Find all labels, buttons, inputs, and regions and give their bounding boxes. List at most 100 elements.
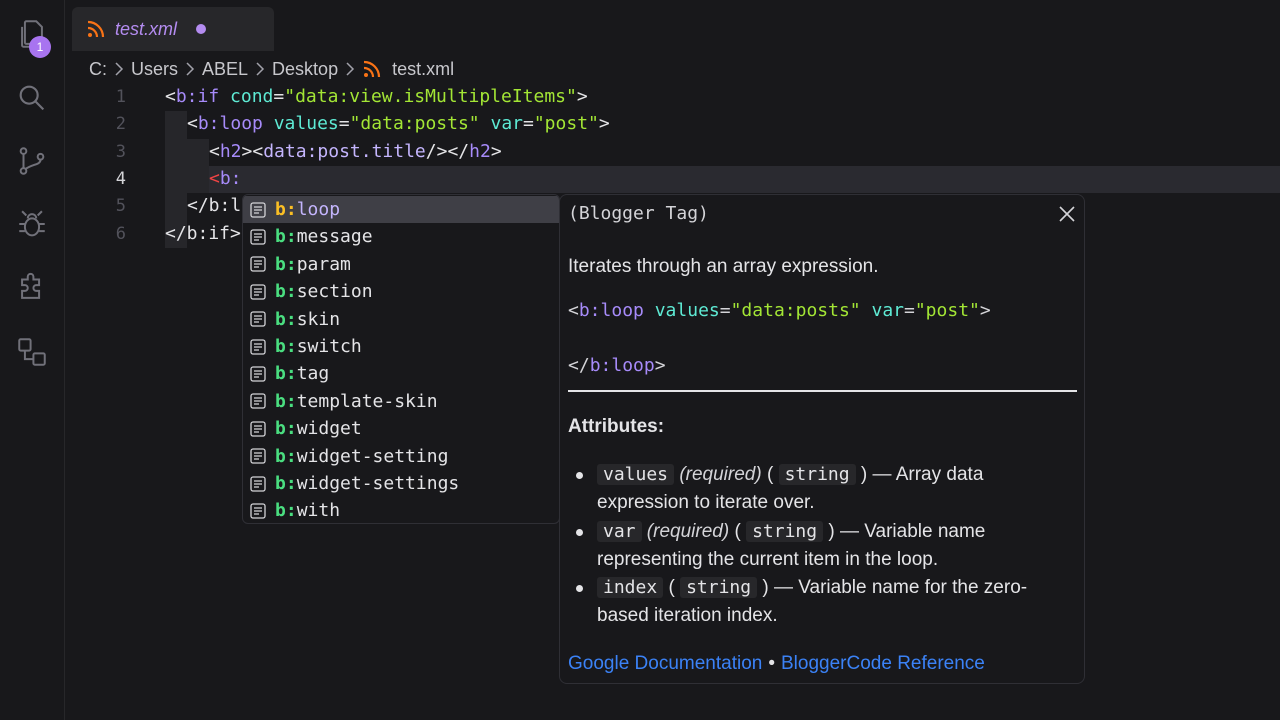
attribute-item: index ( string ) — Variable name for the… [568,574,1058,632]
remote-explorer-icon[interactable] [12,332,52,372]
suggestion-prefix: b: [275,253,297,275]
suggestion-prefix: b: [275,390,297,412]
suggestion-prefix: b: [275,363,297,385]
example-code-line: <b:loop values="data:posts" var="post"> [568,300,991,321]
suggestion-item[interactable]: b: with [243,497,559,523]
debug-icon[interactable] [12,204,52,244]
line-number: 4 [115,169,126,189]
example-code-line: </b:loop> [568,355,666,376]
google-documentation-link[interactable]: Google Documentation [568,653,762,674]
suggestion-item[interactable]: b: template-skin [243,388,559,415]
suggestion-label: with [296,500,341,522]
code-line: <h2><data:post.title/></h2> [209,141,502,162]
activity-bar: 1 [0,0,65,720]
suggestion-prefix: b: [275,199,297,220]
suggestion-prefix: b: [275,418,297,440]
snippet-icon [250,256,266,272]
suggestion-item[interactable]: b: param [243,251,559,278]
bloggercode-reference-link[interactable]: BloggerCode Reference [781,653,985,674]
code-line: <b:loop values="data:posts" var="post"> [187,113,610,134]
suggestion-prefix: b: [275,308,297,330]
suggestion-label: widget-setting [296,445,449,467]
search-icon[interactable] [12,78,52,118]
line-number: 1 [115,87,126,107]
bullet [576,585,583,592]
suggestion-item[interactable]: b: section [243,278,559,305]
suggestion-label: widget [296,418,362,440]
snippet-icon [250,475,266,492]
suggestion-item[interactable]: b: widget-setting [243,443,559,470]
tab-label: test.xml [115,18,178,39]
chevron-right-icon [186,62,195,76]
rss-file-icon [87,20,105,38]
suggestion-label: param [296,253,351,275]
line-number: 2 [115,114,126,134]
suggestion-item[interactable]: b: switch [243,333,559,360]
bullet [576,472,583,479]
snippet-icon [250,338,266,355]
suggest-details-panel: (Blogger Tag) Iterates through an array … [559,194,1085,684]
suggestion-item[interactable]: b: widget [243,415,559,442]
chevron-right-icon [115,62,124,76]
unsaved-dot-icon[interactable] [196,24,207,34]
code-line: </b:l [187,195,242,216]
snippet-icon [250,448,266,464]
snippet-icon [250,393,266,409]
explorer-badge: 1 [29,36,51,58]
source-control-icon[interactable] [12,141,52,181]
snippet-icon [250,503,266,519]
line-number: 3 [115,142,126,162]
attribute-item: values (required) ( string ) — Array dat… [568,461,1058,519]
snippet-icon [250,311,266,327]
suggestion-label: loop [296,199,341,220]
snippet-icon [250,229,266,245]
current-line-highlight [165,166,1280,193]
suggestion-prefix: b: [275,500,297,522]
breadcrumb-item[interactable]: test.xml [392,59,454,80]
close-icon[interactable] [1056,203,1078,225]
attribute-item: var (required) ( string ) — Variable nam… [568,518,1058,576]
suggestion-label: switch [296,336,362,357]
suggestion-item[interactable]: b: message [243,223,559,250]
snippet-icon [250,421,266,437]
bullet [576,529,583,536]
suggestion-label: message [296,226,373,248]
chevron-right-icon [346,62,355,76]
suggestion-prefix: b: [275,336,297,357]
suggestion-prefix: b: [275,445,297,467]
suggestion-label: widget-settings [296,473,460,494]
extensions-icon[interactable] [12,268,52,308]
suggest-widget: b: loop b: message b: param b: section b: skin b: s… [242,194,560,524]
suggestion-item[interactable]: b: tag [243,360,559,387]
suggestion-item[interactable]: b: loop [243,196,559,223]
breadcrumb-item[interactable]: C: [89,59,107,80]
breadcrumb-item[interactable]: Users [131,59,178,80]
details-kind: (Blogger Tag) [568,203,709,224]
suggestion-label: section [296,281,373,303]
indent-guide [187,139,209,193]
details-links: Google Documentation • BloggerCode Referen… [568,653,985,674]
suggestion-label: template-skin [296,390,438,412]
snippet-icon [250,201,266,218]
snippet-icon [250,366,266,382]
line-number: 6 [115,224,126,244]
code-line: <b:if cond="data:view.isMultipleItems"> [165,86,588,107]
line-number: 5 [115,196,126,216]
suggestion-label: tag [296,363,330,385]
code-line: </b:if> [165,223,241,244]
code-line-active: <b: [209,168,242,189]
suggestion-item[interactable]: b: skin [243,306,559,333]
rss-file-icon [363,60,381,78]
suggestion-item[interactable]: b: widget-settings [243,470,559,497]
attributes-heading: Attributes: [568,416,665,437]
divider [568,390,1077,392]
snippet-icon [250,284,266,300]
breadcrumb-item[interactable]: Desktop [272,59,338,80]
breadcrumb: C: Users ABEL Desktop test.xml [89,57,454,81]
chevron-right-icon [256,62,265,76]
tab-test-xml[interactable]: test.xml [72,7,274,51]
suggestion-prefix: b: [275,473,297,494]
suggestion-prefix: b: [275,226,297,248]
breadcrumb-item[interactable]: ABEL [202,59,248,80]
suggestion-label: skin [296,308,341,330]
